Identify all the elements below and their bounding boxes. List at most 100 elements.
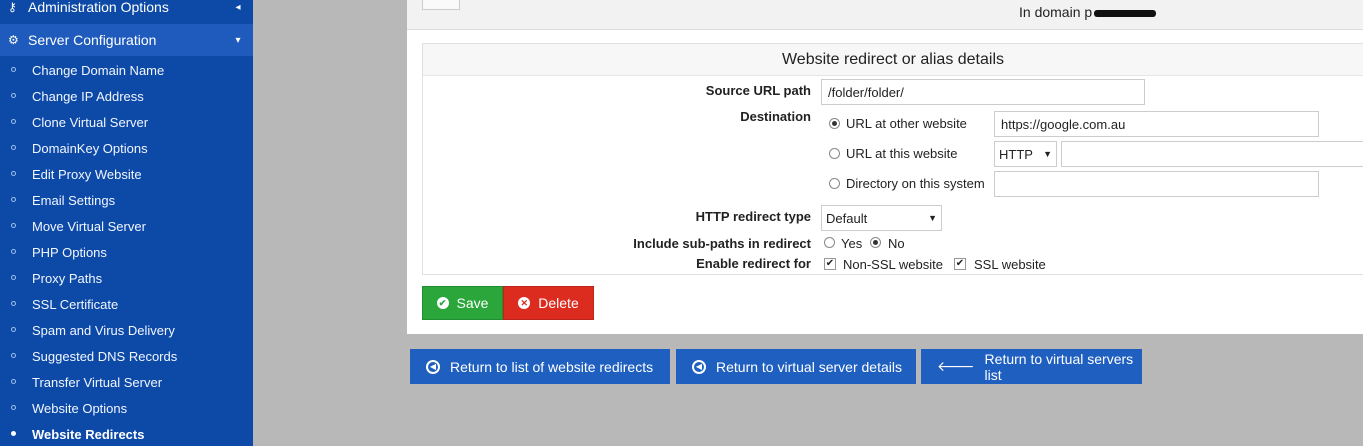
destination-label: Destination <box>740 109 811 124</box>
protocol-select[interactable]: HTTP ▼ <box>994 141 1057 167</box>
main-panel: In domain p Website redirect or alias de… <box>407 0 1363 334</box>
panel-header: In domain p <box>407 0 1363 30</box>
sidebar-section-server-configuration[interactable]: ⚙ Server Configuration ▾ <box>0 24 253 56</box>
sidebar-item-label: DomainKey Options <box>32 140 148 156</box>
bullet-icon <box>11 93 16 98</box>
sidebar-section-administration-options[interactable]: ⚷ Administration Options ◂ <box>0 0 253 23</box>
subpaths-label: Include sub-paths in redirect <box>633 236 811 251</box>
sidebar: ⚷ Administration Options ◂ ⚙ Server Conf… <box>0 0 253 446</box>
save-button[interactable]: ✔ Save <box>422 286 503 320</box>
domain-indicator: In domain p <box>1019 4 1157 20</box>
dest-this-path-input[interactable] <box>1061 141 1363 167</box>
bullet-icon <box>11 379 16 384</box>
header-widget[interactable] <box>422 0 460 10</box>
dest-dir-input[interactable] <box>994 171 1319 197</box>
sidebar-item-spam-and-virus-delivery[interactable]: Spam and Virus Delivery <box>0 317 253 343</box>
redaction-mark <box>1094 9 1157 17</box>
bullet-icon <box>11 223 16 228</box>
sidebar-item-label: Proxy Paths <box>32 270 103 286</box>
chevron-down-icon: ▾ <box>235 34 241 46</box>
domain-fragment: p <box>1084 4 1093 20</box>
return-list-label: Return to virtual servers list <box>984 350 1134 383</box>
dest-other-url-input[interactable]: https://google.com.au <box>994 111 1319 137</box>
ssl-checkbox[interactable]: ✔ <box>954 258 966 270</box>
sidebar-item-move-virtual-server[interactable]: Move Virtual Server <box>0 213 253 239</box>
redirect-type-label: HTTP redirect type <box>695 209 811 224</box>
ssl-label: SSL website <box>974 257 1046 272</box>
domain-prefix: In domain <box>1019 4 1081 20</box>
bullet-icon <box>11 327 16 332</box>
dest-this-radio[interactable] <box>829 148 840 159</box>
return-to-server-details-button[interactable]: ◀ Return to virtual server details <box>676 349 916 384</box>
gears-icon: ⚙ <box>8 33 19 47</box>
subpaths-no-label: No <box>888 236 905 251</box>
delete-button[interactable]: ✕ Delete <box>503 286 594 320</box>
sidebar-item-clone-virtual-server[interactable]: Clone Virtual Server <box>0 109 253 135</box>
bullet-icon <box>11 353 16 358</box>
dest-this-label: URL at this website <box>846 146 958 161</box>
sidebar-item-label: Website Redirects <box>32 426 145 442</box>
nonssl-label: Non-SSL website <box>843 257 943 272</box>
protocol-value: HTTP <box>999 146 1033 162</box>
redirect-details-form: Website redirect or alias details Source… <box>422 43 1363 275</box>
bullet-icon <box>11 405 16 410</box>
return-details-label: Return to virtual server details <box>716 358 902 375</box>
sidebar-item-label: Clone Virtual Server <box>32 114 149 130</box>
sidebar-item-email-settings[interactable]: Email Settings <box>0 187 253 213</box>
save-label: Save <box>456 295 489 311</box>
source-url-input[interactable]: /folder/folder/ <box>821 79 1145 105</box>
sidebar-item-label: Edit Proxy Website <box>32 166 142 182</box>
bullet-icon <box>11 145 16 150</box>
bullet-icon <box>11 171 16 176</box>
sidebar-item-website-options[interactable]: Website Options <box>0 395 253 421</box>
enable-redirect-label: Enable redirect for <box>696 256 811 271</box>
sidebar-item-label: Website Options <box>32 400 128 416</box>
dropdown-arrow-icon: ▼ <box>1043 149 1052 159</box>
sidebar-item-ssl-certificate[interactable]: SSL Certificate <box>0 291 253 317</box>
subpaths-yes-label: Yes <box>841 236 863 251</box>
sidebar-section-label: Administration Options <box>28 0 169 15</box>
sidebar-item-proxy-paths[interactable]: Proxy Paths <box>0 265 253 291</box>
sidebar-item-label: Suggested DNS Records <box>32 348 178 364</box>
nonssl-checkbox[interactable]: ✔ <box>824 258 836 270</box>
key-gear-icon: ⚷ <box>8 0 17 14</box>
arrow-left-icon: 🡐 <box>937 358 975 374</box>
sidebar-item-label: Move Virtual Server <box>32 218 146 234</box>
circle-arrow-left-icon: ◀ <box>692 359 706 374</box>
bullet-icon <box>11 119 16 124</box>
bullet-icon <box>11 275 16 280</box>
sidebar-item-php-options[interactable]: PHP Options <box>0 239 253 265</box>
dropdown-arrow-icon: ▼ <box>928 213 937 223</box>
sidebar-item-label: PHP Options <box>32 244 107 260</box>
subpaths-no-radio[interactable] <box>870 237 881 248</box>
dest-other-radio[interactable] <box>829 118 840 129</box>
return-to-servers-list-button[interactable]: 🡐 Return to virtual servers list <box>921 349 1142 384</box>
sidebar-item-suggested-dns-records[interactable]: Suggested DNS Records <box>0 343 253 369</box>
sidebar-item-transfer-virtual-server[interactable]: Transfer Virtual Server <box>0 369 253 395</box>
subpaths-yes-radio[interactable] <box>824 237 835 248</box>
sidebar-section-label: Server Configuration <box>28 32 157 48</box>
dest-dir-radio[interactable] <box>829 178 840 189</box>
sidebar-item-change-domain-name[interactable]: Change Domain Name <box>0 57 253 83</box>
bullet-icon <box>11 249 16 254</box>
sidebar-item-change-ip-address[interactable]: Change IP Address <box>0 83 253 109</box>
sidebar-item-domainkey-options[interactable]: DomainKey Options <box>0 135 253 161</box>
bullet-icon <box>11 431 16 436</box>
bullet-icon <box>11 197 16 202</box>
sidebar-item-label: SSL Certificate <box>32 296 119 312</box>
circle-arrow-left-icon: ◀ <box>426 359 440 374</box>
form-title: Website redirect or alias details <box>423 44 1363 76</box>
chevron-left-icon: ◂ <box>235 1 241 13</box>
return-to-redirects-button[interactable]: ◀ Return to list of website redirects <box>410 349 670 384</box>
source-url-label: Source URL path <box>705 83 811 98</box>
check-circle-icon: ✔ <box>436 297 449 309</box>
sidebar-item-edit-proxy-website[interactable]: Edit Proxy Website <box>0 161 253 187</box>
sidebar-item-label: Change Domain Name <box>32 62 165 78</box>
sidebar-item-label: Change IP Address <box>32 88 144 104</box>
sidebar-item-label: Spam and Virus Delivery <box>32 322 175 338</box>
dest-dir-label: Directory on this system <box>846 176 985 191</box>
sidebar-item-label: Transfer Virtual Server <box>32 374 163 390</box>
sidebar-item-website-redirects[interactable]: Website Redirects <box>0 421 253 446</box>
sidebar-item-list: Change Domain Name Change IP Address Clone… <box>0 57 253 446</box>
redirect-type-select[interactable]: Default ▼ <box>821 205 942 231</box>
